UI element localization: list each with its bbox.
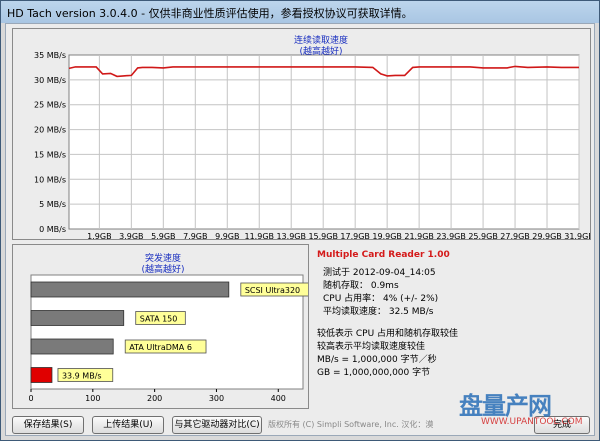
- x-tick-label: 29.9GB: [532, 232, 562, 239]
- burst-bar: [30, 281, 230, 298]
- device-name: Multiple Card Reader 1.00: [317, 250, 450, 260]
- x-tick-label: 23.9GB: [436, 232, 466, 239]
- watermark-brand: 盘量产网: [459, 392, 552, 420]
- burst-bar-label: SCSI Ultra320: [245, 286, 300, 295]
- average-read-speed: 平均读取速度： 32.5 MB/s: [323, 307, 434, 317]
- x-tick-label: 7.9GB: [183, 232, 207, 239]
- x-tick-label: 1.9GB: [87, 232, 111, 239]
- note-mbs-definition: MB/s = 1,000,000 字节／秒: [317, 355, 437, 365]
- x-tick-label: 21.9GB: [404, 232, 434, 239]
- burst-x-tick-label: 100: [85, 394, 100, 403]
- plot-area: [68, 54, 580, 230]
- x-tick-label: 9.9GB: [215, 232, 239, 239]
- burst-x-tick-label: 300: [209, 394, 224, 403]
- y-tick-label: 5 MB/s: [39, 200, 66, 209]
- burst-chart-subtitle: (越高越好): [141, 265, 185, 275]
- window-title: HD Tach version 3.0.4.0 - 仅供非商业性质评估使用，参看…: [7, 7, 413, 20]
- watermark-url: WWW.UPANTOOL.COM: [481, 417, 583, 427]
- sequential-read-panel: 0 MB/s 5 MB/s 10 MB/s 15 MB/s 20 MB/s 25 MB/s…: [12, 28, 594, 241]
- x-tick-label: 19.9GB: [372, 232, 402, 239]
- copyright-text: 版权所有 (C) Simpli Software, Inc. 汉化：漠: [268, 420, 434, 429]
- x-tick-label: 15.9GB: [308, 232, 338, 239]
- save-results-button[interactable]: 保存结果(S): [12, 416, 84, 434]
- y-tick-label: 15 MB/s: [34, 150, 66, 159]
- sequential-read-chart: 0 MB/s 5 MB/s 10 MB/s 15 MB/s 20 MB/s 25 MB/s…: [34, 51, 594, 241]
- x-tick-label: 27.9GB: [500, 232, 530, 239]
- sequential-chart-subtitle: (越高越好): [299, 47, 343, 57]
- note-higher-better: 较高表示平均读取速度较佳: [317, 342, 426, 352]
- burst-speed-panel: SCSI Ultra320 SATA 150 ATA UltraDMA 6 33.9 …: [12, 244, 317, 409]
- compare-drives-button[interactable]: 与其它驱动器对比(C): [172, 416, 262, 434]
- burst-x-tick-label: 400: [271, 394, 286, 403]
- x-tick-label: 3.9GB: [119, 232, 143, 239]
- burst-bar-label: SATA 150: [140, 315, 178, 324]
- y-tick-label: 25 MB/s: [34, 101, 66, 110]
- burst-x-tick-label: 0: [28, 394, 33, 403]
- burst-bar-label: ATA UltraDMA 6: [129, 343, 192, 352]
- x-tick-label: 5.9GB: [151, 232, 175, 239]
- hdtach-window: HD Tach version 3.0.4.0 - 仅供非商业性质评估使用，参看…: [0, 0, 600, 441]
- random-access: 随机存取： 0.9ms: [323, 281, 399, 291]
- note-gb-definition: GB = 1,000,000,000 字节: [317, 368, 431, 378]
- title-bar[interactable]: HD Tach version 3.0.4.0 - 仅供非商业性质评估使用，参看…: [1, 1, 600, 23]
- results-info-panel: Multiple Card Reader 1.00 测试于 2012-09-04…: [313, 244, 591, 409]
- upload-results-button[interactable]: 上传结果(U): [92, 416, 164, 434]
- test-date: 测试于 2012-09-04_14:05: [323, 268, 436, 278]
- burst-bar: [30, 310, 125, 326]
- x-tick-label: 25.9GB: [468, 232, 498, 239]
- x-tick-label: 11.9GB: [245, 232, 275, 239]
- cpu-usage: CPU 占用率： 4% (+/- 2%): [323, 294, 439, 304]
- burst-x-tick-label: 200: [147, 394, 162, 403]
- burst-bar: [30, 367, 53, 383]
- burst-bar: [30, 338, 114, 355]
- y-tick-label: 35 MB/s: [34, 51, 66, 60]
- y-tick-label: 10 MB/s: [34, 175, 66, 184]
- client-area: 0 MB/s 5 MB/s 10 MB/s 15 MB/s 20 MB/s 25 MB/s…: [5, 23, 595, 436]
- x-tick-label: 17.9GB: [340, 232, 370, 239]
- x-tick-label: 31.9GB: [564, 232, 590, 239]
- y-tick-label: 20 MB/s: [34, 126, 66, 135]
- x-tick-label: 13.9GB: [276, 232, 306, 239]
- y-tick-label: 0 MB/s: [39, 225, 66, 234]
- note-lower-better: 较低表示 CPU 占用和随机存取较佳: [317, 329, 459, 339]
- burst-bar-label: 33.9 MB/s: [62, 372, 102, 381]
- y-tick-label: 30 MB/s: [34, 76, 66, 85]
